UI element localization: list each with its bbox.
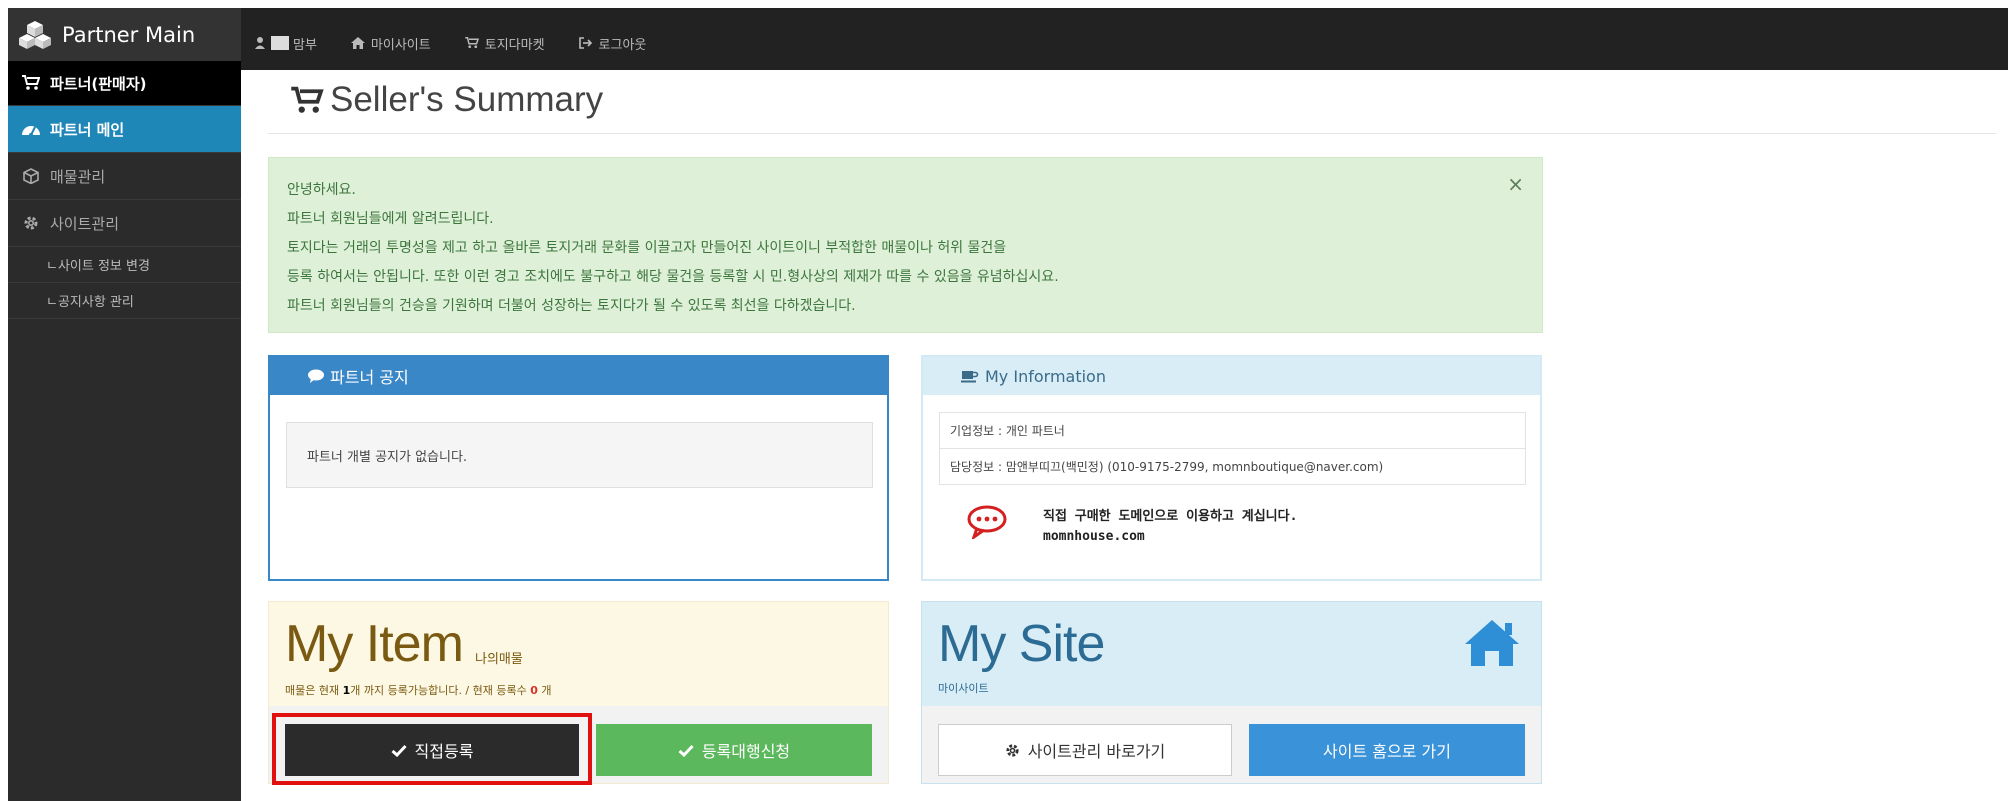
partner-notice-panel: 파트너 공지 파트너 개별 공지가 없습니다. — [268, 355, 889, 581]
cube-icon — [20, 167, 42, 185]
title-divider — [268, 133, 1996, 134]
alert-line: 파트너 회원님들에게 알려드립니다. — [287, 211, 494, 227]
sidebar-item-label: 사이트관리 — [50, 214, 120, 233]
my-site-title: My Site — [938, 615, 1105, 673]
logout-link[interactable]: 로그아웃 — [578, 34, 647, 53]
check-icon — [678, 744, 694, 757]
home-icon[interactable] — [1463, 618, 1521, 668]
my-information-panel: My Information 기업정보 : 개인 파트너 담당정보 : 맘앤부띠… — [921, 355, 1542, 581]
alert-line: 등록 하여서는 안됩니다. 또한 이런 경고 조치에도 불구하고 해당 물건을 … — [287, 269, 1059, 285]
domain-message: 직접 구매한 도메인으로 이용하고 계십니다. momnhouse.com — [1043, 507, 1297, 547]
domain-name: momnhouse.com — [1043, 529, 1145, 544]
site-home-label: 사이트 홈으로 가기 — [1323, 742, 1451, 761]
my-information-title: My Information — [985, 366, 1106, 386]
cubes-logo-icon — [19, 20, 51, 49]
proxy-register-label: 등록대행신청 — [701, 742, 791, 761]
mysite-label: 마이사이트 — [370, 37, 431, 53]
desc-middle: 개 까지 등록가능합니다. / 현재 등록수 — [350, 684, 531, 697]
sidebar-subitem-label: ㄴ공지사항 관리 — [46, 295, 134, 310]
my-item-subtitle: 나의매물 — [475, 652, 523, 667]
user-menu[interactable]: 맘부 — [255, 34, 317, 53]
sidebar-subitem-site-info[interactable]: ㄴ사이트 정보 변경 — [8, 247, 241, 283]
site-manage-button[interactable]: 사이트관리 바로가기 — [938, 724, 1232, 776]
user-icon — [255, 37, 265, 49]
my-information-header: My Information — [923, 357, 1540, 395]
user-badge — [271, 36, 289, 50]
my-site-subtitle: 마이사이트 — [938, 682, 989, 695]
gear-icon — [1006, 743, 1019, 757]
sidebar-item-label: 파트너(판매자) — [50, 74, 147, 93]
brand[interactable]: Partner Main — [8, 8, 241, 61]
sidebar-subitem-label: ㄴ사이트 정보 변경 — [46, 259, 150, 274]
highlight-box — [272, 713, 592, 785]
sidebar-subitem-notice-manage[interactable]: ㄴ공지사항 관리 — [8, 283, 241, 319]
proxy-register-button[interactable]: 등록대행신청 — [596, 724, 872, 776]
sidebar-item-partner-main[interactable]: 파트너 메인 — [8, 106, 241, 153]
sidebar-item-label: 파트너 메인 — [50, 120, 125, 139]
cart-icon — [464, 37, 479, 49]
logout-label: 로그아웃 — [598, 37, 647, 53]
comment-icon — [308, 369, 324, 383]
site-manage-label: 사이트관리 바로가기 — [1027, 742, 1166, 761]
page-title-text: Seller's Summary — [330, 80, 604, 119]
brand-label: Partner Main — [62, 22, 196, 47]
page-title: Seller's Summary — [290, 80, 603, 120]
partner-notice-empty: 파트너 개별 공지가 없습니다. — [286, 422, 873, 488]
partner-notice-title: 파트너 공지 — [330, 368, 409, 387]
site-home-button[interactable]: 사이트 홈으로 가기 — [1249, 724, 1525, 776]
mysite-link[interactable]: 마이사이트 — [350, 34, 431, 53]
my-item-title: My Item — [285, 615, 464, 673]
sidebar: Partner Main 파트너(판매자) 파트너 메인 매물관리 사이트관리 … — [8, 8, 241, 801]
user-label: 맘부 — [293, 37, 317, 53]
close-icon[interactable]: × — [1507, 170, 1524, 199]
contact-info-row: 담당정보 : 맘앤부띠끄(백민정) (010-9175-2799, momnbo… — [939, 448, 1526, 485]
chat-bubble-icon — [967, 505, 1007, 539]
top-bar: 맘부 마이사이트 토지다마켓 로그아웃 — [241, 8, 2008, 70]
my-item-description: 매물은 현재 1개 까지 등록가능합니다. / 현재 등록수 0 개 — [285, 682, 552, 698]
sidebar-item-label: 매물관리 — [50, 167, 106, 186]
my-site-footer: 사이트관리 바로가기 사이트 홈으로 가기 — [922, 706, 1541, 783]
sidebar-item-listings[interactable]: 매물관리 — [8, 153, 241, 200]
coffee-icon — [961, 371, 979, 383]
sidebar-item-site-management[interactable]: 사이트관리 — [8, 200, 241, 247]
market-label: 토지다마켓 — [484, 37, 545, 53]
gear-icon — [20, 214, 42, 232]
desc-suffix: 개 — [537, 684, 552, 697]
cart-icon — [291, 86, 324, 113]
alert-line: 토지다는 거래의 투명성을 제고 하고 올바른 토지거래 문화를 이끌고자 만들… — [287, 240, 1007, 256]
desc-prefix: 매물은 현재 — [285, 684, 343, 697]
domain-message-text: 직접 구매한 도메인으로 이용하고 계십니다. — [1043, 509, 1298, 524]
cart-icon — [20, 74, 42, 92]
my-site-panel: My Site 마이사이트 사이트관리 바로가기 사이트 홈으로 가기 — [921, 601, 1542, 784]
notice-alert: × 안녕하세요. 파트너 회원님들에게 알려드립니다. 토지다는 거래의 투명성… — [268, 157, 1543, 333]
alert-line: 안녕하세요. — [287, 182, 356, 198]
company-info-row: 기업정보 : 개인 파트너 — [939, 412, 1526, 449]
alert-line: 파트너 회원님들의 건승을 기원하며 더불어 성장하는 토지다가 될 수 있도록… — [287, 298, 856, 314]
dashboard-icon — [20, 120, 42, 138]
sign-out-icon — [578, 37, 593, 49]
partner-notice-header: 파트너 공지 — [270, 357, 887, 395]
sidebar-item-partner-seller[interactable]: 파트너(판매자) — [8, 61, 241, 106]
current-count: 0 — [530, 684, 538, 697]
market-link[interactable]: 토지다마켓 — [464, 34, 545, 53]
home-icon — [350, 37, 365, 49]
